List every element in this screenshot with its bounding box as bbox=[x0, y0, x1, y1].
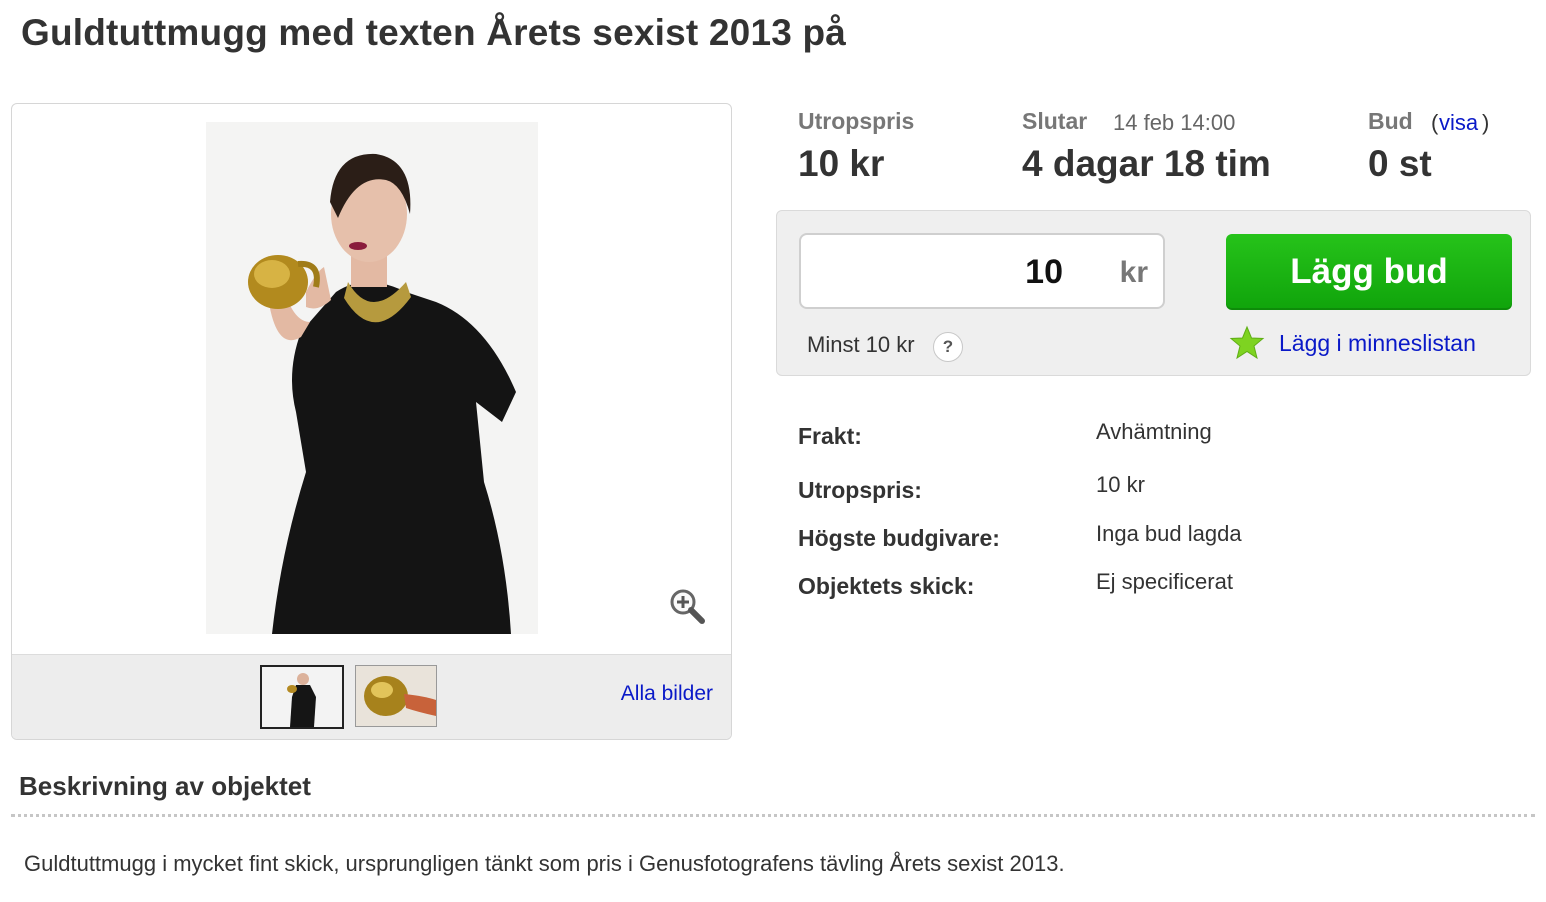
highest-bidder-label: Högste budgivare: bbox=[798, 525, 1000, 551]
shipping-value: Avhämtning bbox=[1096, 419, 1212, 444]
all-images-link[interactable]: Alla bilder bbox=[621, 682, 713, 706]
start-price-detail-value: 10 kr bbox=[1096, 472, 1145, 497]
time-left: 4 dagar 18 tim bbox=[1022, 143, 1271, 184]
thumbnail-1[interactable] bbox=[260, 665, 344, 729]
condition-value: Ej specificerat bbox=[1096, 569, 1233, 594]
item-title: Guldtuttmugg med texten Årets sexist 201… bbox=[21, 12, 847, 53]
ends-label: Slutar bbox=[1022, 108, 1088, 134]
bid-box: kr Lägg bud Minst 10 kr ? Lägg i minnesl… bbox=[776, 210, 1531, 376]
shipping-label: Frakt: bbox=[798, 423, 862, 449]
start-price-value: 10 kr bbox=[798, 143, 885, 184]
description-heading: Beskrivning av objektet bbox=[19, 771, 311, 801]
bids-paren-open: ( bbox=[1431, 110, 1439, 135]
bid-unit: kr bbox=[1119, 256, 1148, 289]
help-icon[interactable]: ? bbox=[933, 332, 963, 362]
start-price-detail-label: Utropspris: bbox=[798, 477, 922, 503]
zoom-in-icon[interactable] bbox=[667, 586, 707, 626]
description-text: Guldtuttmugg i mycket fint skick, urspru… bbox=[24, 851, 1065, 876]
start-price-label: Utropspris bbox=[798, 108, 915, 134]
thumbnail-2[interactable] bbox=[355, 665, 437, 727]
bids-count: 0 st bbox=[1368, 143, 1432, 184]
description-divider bbox=[11, 814, 1535, 817]
ends-date: 14 feb 14:00 bbox=[1113, 110, 1236, 135]
condition-label: Objektets skick: bbox=[798, 573, 975, 599]
bids-label: Bud bbox=[1368, 108, 1413, 134]
place-bid-button[interactable]: Lägg bud bbox=[1226, 234, 1512, 310]
main-product-image[interactable] bbox=[206, 122, 538, 634]
minimum-bid-text: Minst 10 kr bbox=[807, 332, 915, 357]
image-gallery: Alla bilder bbox=[11, 103, 732, 740]
thumbnail-bar: Alla bilder bbox=[12, 654, 731, 739]
bids-paren-close: ) bbox=[1482, 110, 1490, 135]
add-to-watchlist-link[interactable]: Lägg i minneslistan bbox=[1279, 330, 1476, 357]
highest-bidder-value: Inga bud lagda bbox=[1096, 521, 1242, 546]
show-bids-link[interactable]: visa bbox=[1439, 110, 1478, 136]
star-icon[interactable] bbox=[1229, 325, 1265, 361]
bid-amount-input[interactable] bbox=[811, 247, 1065, 297]
bid-amount-field: kr bbox=[799, 233, 1165, 309]
